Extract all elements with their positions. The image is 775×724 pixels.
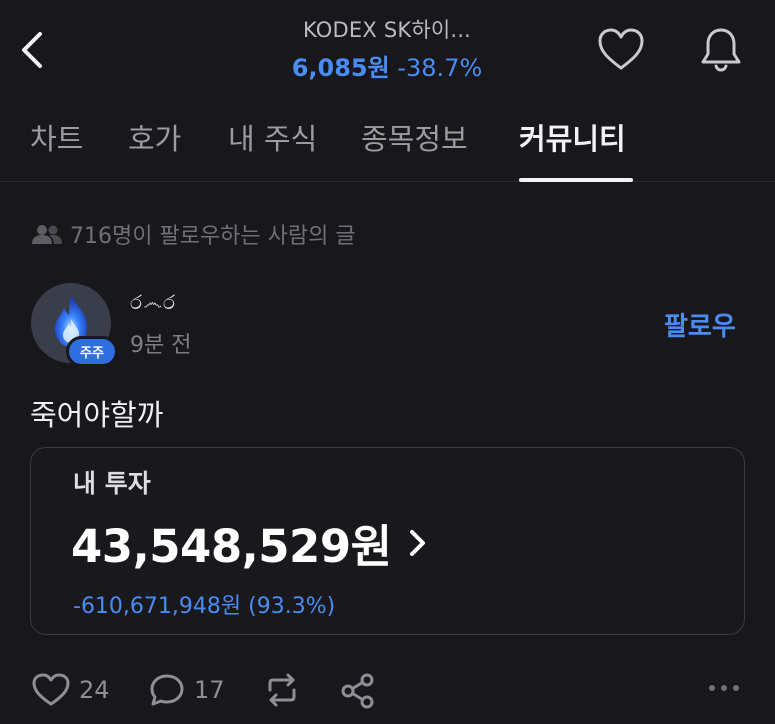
investment-card[interactable]: 내 투자 43,548,529원 -610,671,948원 (93.3%)	[30, 447, 745, 635]
follow-button[interactable]: 팔로우	[664, 306, 736, 343]
heart-icon[interactable]	[596, 26, 646, 74]
tab-my-stock[interactable]: 내 주식	[228, 116, 317, 158]
tab-stock-info[interactable]: 종목정보	[361, 116, 468, 158]
investment-amount: 43,548,529원	[71, 520, 392, 573]
bell-icon[interactable]	[696, 24, 746, 74]
more-icon[interactable]	[706, 678, 742, 698]
stock-name: KODEX SK하이...	[302, 18, 472, 42]
follow-notice: 716명이 팔로우하는 사람의 글	[30, 218, 356, 250]
repost-icon	[262, 672, 302, 708]
comment-count: 17	[194, 676, 225, 704]
tab-community[interactable]: 커뮤니티	[519, 116, 626, 158]
comment-button[interactable]: 17	[148, 672, 225, 708]
stock-price: 6,085원	[291, 54, 390, 82]
active-tab-indicator	[519, 178, 633, 182]
tab-orderbook[interactable]: 호가	[128, 116, 181, 158]
repost-button[interactable]	[262, 672, 302, 708]
tab-chart[interactable]: 차트	[30, 116, 83, 158]
investment-change: -610,671,948원 (93.3%)	[73, 594, 336, 619]
stock-title: KODEX SK하이... 6,085원 -38.7%	[187, 14, 587, 83]
post-actions: 24 17	[0, 668, 775, 716]
stock-change: -38.7%	[397, 54, 483, 82]
follow-notice-text: 716명이 팔로우하는 사람의 글	[70, 224, 356, 249]
chevron-right-icon	[406, 528, 428, 558]
stock-price-line: 6,085원 -38.7%	[187, 48, 587, 83]
top-header: KODEX SK하이... 6,085원 -38.7%	[0, 0, 775, 98]
investment-label: 내 투자	[73, 469, 151, 498]
share-icon	[339, 672, 377, 710]
back-arrow-icon[interactable]	[14, 28, 54, 72]
tab-bar: 차트 호가 내 주식 종목정보 커뮤니티	[0, 98, 775, 182]
share-button[interactable]	[339, 672, 377, 710]
people-icon	[30, 222, 64, 246]
like-button[interactable]: 24	[31, 672, 110, 708]
username[interactable]: ර෴ර	[130, 290, 176, 314]
heart-icon	[31, 672, 71, 708]
shareholder-badge: 주주	[66, 336, 118, 367]
post-text: 죽어야할까	[30, 398, 164, 432]
like-count: 24	[79, 676, 110, 704]
post-time: 9분 전	[130, 333, 192, 358]
comment-icon	[148, 672, 186, 708]
